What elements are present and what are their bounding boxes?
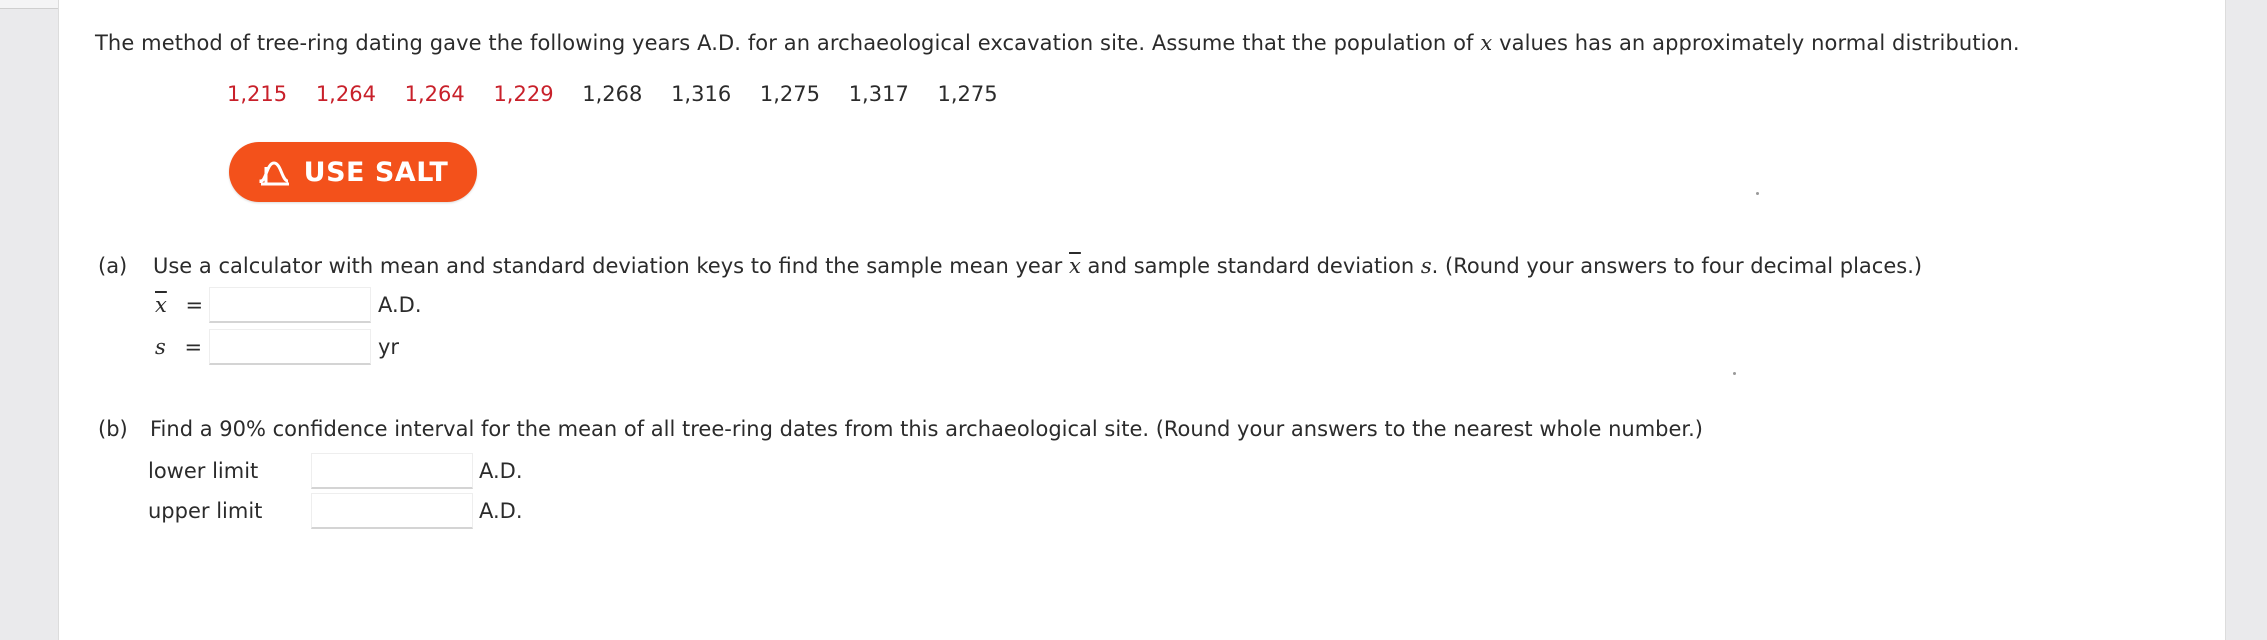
screen-speck — [1733, 372, 1736, 375]
part-a-text-mid: and sample standard deviation — [1087, 254, 1415, 278]
s-symbol: s — [155, 335, 166, 359]
data-value: 1,275 — [937, 82, 998, 106]
sd-answer-input[interactable] — [209, 329, 371, 365]
equals-sign: = — [185, 293, 204, 317]
part-a-s-var: s — [1420, 254, 1432, 278]
question-intro-tail: values has an approximately normal distr… — [1499, 31, 2020, 55]
part-a-text-start: Use a calculator with mean and standard … — [153, 254, 1063, 278]
salt-curve-icon — [258, 157, 294, 187]
upper-limit-label: upper limit — [148, 499, 263, 523]
use-salt-label: USE SALT — [303, 156, 449, 188]
data-value: 1,316 — [671, 82, 732, 106]
part-a-xbar: x — [1069, 254, 1081, 278]
upper-limit-unit: A.D. — [479, 499, 523, 523]
part-a-instructions: Use a calculator with mean and standard … — [153, 254, 1922, 278]
data-value: 1,317 — [848, 82, 909, 106]
data-value: 1,229 — [493, 82, 554, 106]
lower-limit-label: lower limit — [148, 459, 259, 483]
equals-sign: = — [184, 335, 203, 359]
data-value: 1,264 — [404, 82, 465, 106]
xbar-symbol: x — [155, 293, 167, 317]
data-value: 1,215 — [227, 82, 288, 106]
question-text: The method of tree-ring dating gave the … — [95, 31, 2020, 55]
lower-limit-unit: A.D. — [479, 459, 523, 483]
screen-speck — [1756, 192, 1759, 195]
mean-unit: A.D. — [378, 293, 422, 317]
xbar-label: x = — [155, 293, 203, 317]
question-intro: The method of tree-ring dating gave the … — [95, 31, 1474, 55]
data-value: 1,275 — [759, 82, 820, 106]
data-values: 1,215 1,264 1,264 1,229 1,268 1,316 1,27… — [227, 82, 1020, 106]
use-salt-button[interactable]: USE SALT — [229, 142, 477, 202]
part-a-text-end: . (Round your answers to four decimal pl… — [1431, 254, 1923, 278]
data-value: 1,264 — [315, 82, 376, 106]
mean-answer-input[interactable] — [209, 287, 371, 323]
lower-limit-input[interactable] — [311, 453, 473, 489]
s-label: s = — [155, 335, 202, 359]
upper-limit-input[interactable] — [311, 493, 473, 529]
part-a-label: (a) — [98, 254, 128, 278]
question-variable: x — [1480, 31, 1493, 55]
sd-unit: yr — [378, 335, 400, 359]
part-b-instructions: Find a 90% confidence interval for the m… — [150, 417, 1703, 441]
data-value: 1,268 — [582, 82, 643, 106]
part-b-label: (b) — [98, 417, 128, 441]
